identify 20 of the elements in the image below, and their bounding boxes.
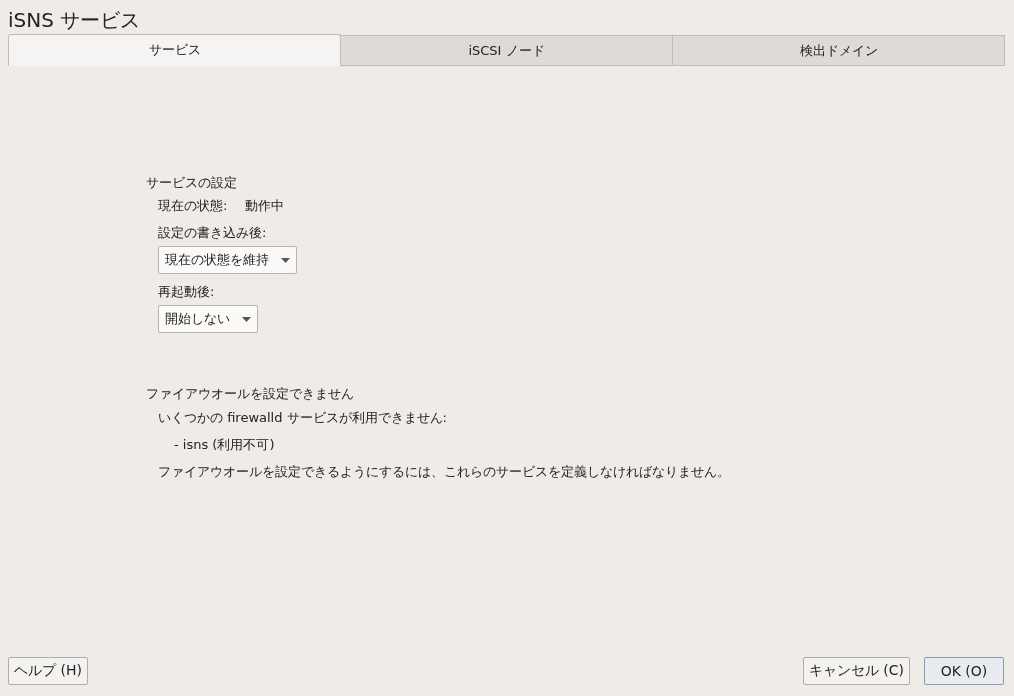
- status-label: 現在の状態:: [158, 198, 228, 213]
- section-heading: ファイアウオールを設定できません: [146, 385, 355, 403]
- field-label: 設定の書き込み後:: [158, 224, 268, 242]
- tab[interactable]: 検出ドメイン: [672, 35, 1005, 66]
- message-text: いくつかの firewalld サービスが利用できません:: [158, 409, 448, 426]
- note-text: ファイアウオールを設定できるようにするには、これらのサービスを定義しなければなりません。: [158, 463, 731, 480]
- dropdown[interactable]: 現在の状態を維持: [158, 246, 297, 274]
- field-label: 再起動後:: [158, 283, 216, 301]
- dropdown[interactable]: 開始しない: [158, 305, 258, 333]
- section-heading: サービスの設定: [146, 174, 238, 192]
- status-value: 動作中: [245, 198, 285, 213]
- window-title: iSNS サービス: [8, 7, 142, 34]
- tab[interactable]: サービス: [8, 34, 341, 66]
- caret-icon: [242, 316, 251, 322]
- tab[interactable]: iSCSI ノード: [340, 35, 673, 66]
- ok-button[interactable]: OK (O): [924, 657, 1004, 685]
- caret-icon: [281, 257, 290, 263]
- service-item: - isns (利用不可): [173, 436, 276, 453]
- help-button[interactable]: ヘルプ (H): [8, 657, 88, 685]
- cancel-button[interactable]: キャンセル (C): [802, 657, 910, 685]
